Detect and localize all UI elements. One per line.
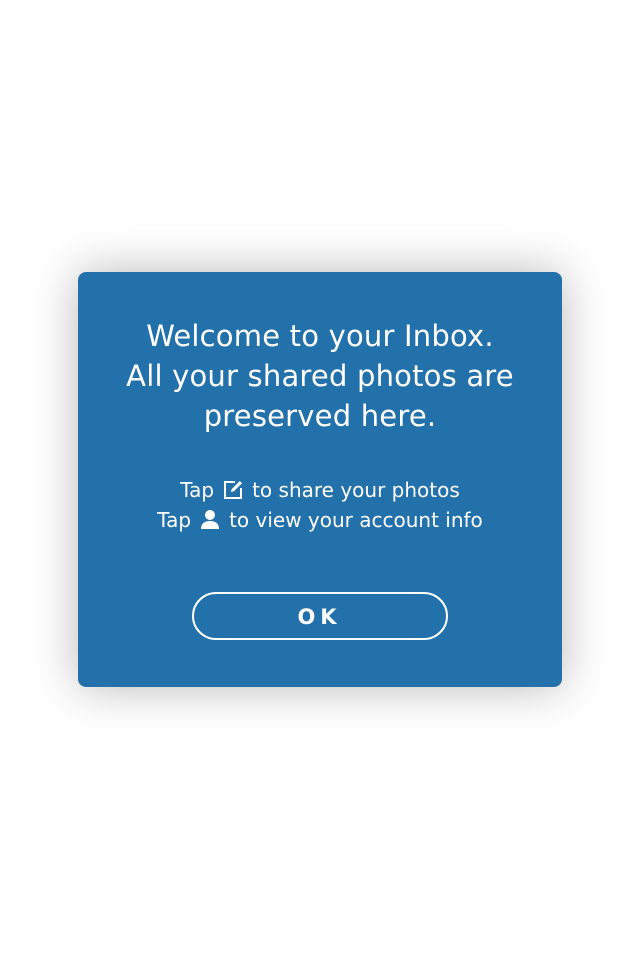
headline-line-2: All your shared photos are — [126, 359, 514, 393]
welcome-dialog: Welcome to your Inbox. All your shared p… — [78, 272, 562, 687]
compose-edit-icon — [222, 479, 244, 501]
hint-share-suffix: to share your photos — [252, 478, 460, 502]
headline-line-1: Welcome to your Inbox. — [146, 319, 494, 353]
ok-button[interactable]: OK — [192, 592, 448, 640]
hint-account-suffix: to view your account info — [229, 508, 483, 532]
dialog-hints: Tap to share your photos Tap to view you… — [78, 475, 562, 535]
hint-account-prefix: Tap — [157, 508, 192, 532]
dialog-headline: Welcome to your Inbox. All your shared p… — [78, 316, 562, 436]
person-account-icon — [199, 509, 221, 531]
hint-share: Tap to share your photos — [78, 475, 562, 505]
headline-line-3: preserved here. — [203, 399, 437, 433]
hint-account: Tap to view your account info — [78, 505, 562, 535]
screen: Welcome to your Inbox. All your shared p… — [0, 0, 640, 960]
hint-share-prefix: Tap — [180, 478, 215, 502]
